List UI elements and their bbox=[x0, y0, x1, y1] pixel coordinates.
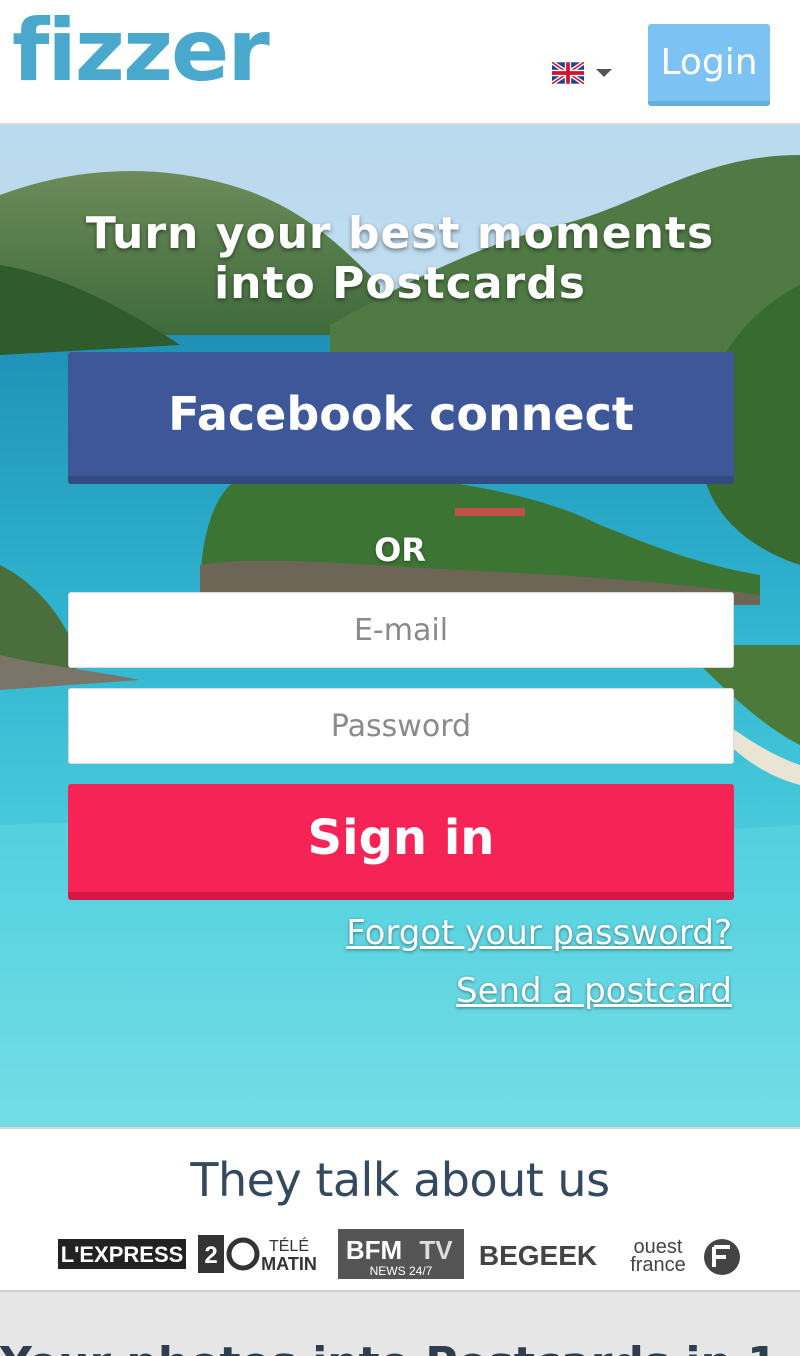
svg-text:MATIN: MATIN bbox=[261, 1254, 317, 1274]
section-heading: Your photos into Postcards in 1... bbox=[0, 1338, 800, 1356]
or-separator: OR bbox=[374, 531, 426, 569]
lexpress-logo: L'EXPRESS bbox=[58, 1239, 186, 1269]
press-title: They talk about us bbox=[190, 1153, 610, 1207]
press-section: They talk about us L'EXPRESS 2 TÉLÉ MATI… bbox=[0, 1127, 800, 1292]
bfmtv-logo: BFM TV NEWS 24/7 bbox=[338, 1229, 464, 1279]
svg-text:L'EXPRESS: L'EXPRESS bbox=[61, 1242, 184, 1267]
fizzer-logo[interactable]: fizzer bbox=[12, 8, 270, 94]
ouest-france-logo: ouest france bbox=[630, 1236, 740, 1276]
send-postcard-link[interactable]: Send a postcard bbox=[456, 971, 732, 1011]
sign-in-button[interactable]: Sign in bbox=[68, 784, 734, 900]
uk-flag-icon bbox=[552, 62, 584, 84]
svg-text:TÉLÉ: TÉLÉ bbox=[269, 1236, 309, 1255]
password-field[interactable] bbox=[68, 688, 734, 764]
svg-text:BFM: BFM bbox=[346, 1235, 402, 1265]
svg-text:TV: TV bbox=[419, 1235, 453, 1265]
svg-text:BEGEEK: BEGEEK bbox=[479, 1240, 597, 1271]
email-field[interactable] bbox=[68, 592, 734, 668]
top-header: fizzer Login bbox=[0, 0, 800, 125]
facebook-connect-button[interactable]: Facebook connect bbox=[68, 352, 734, 484]
hero-headline: Turn your best moments into Postcards bbox=[85, 208, 715, 309]
hero-section: Turn your best moments into Postcards Fa… bbox=[0, 125, 800, 1127]
svg-text:2: 2 bbox=[204, 1242, 217, 1269]
forgot-password-link[interactable]: Forgot your password? bbox=[346, 913, 732, 953]
svg-text:france: france bbox=[630, 1254, 686, 1276]
press-logos: L'EXPRESS 2 TÉLÉ MATIN BFM TV NEWS 24/7 … bbox=[58, 1227, 748, 1283]
chevron-down-icon bbox=[596, 69, 612, 77]
svg-text:NEWS 24/7: NEWS 24/7 bbox=[370, 1264, 433, 1278]
language-selector[interactable] bbox=[552, 60, 622, 86]
begeek-logo: BEGEEK bbox=[479, 1240, 597, 1271]
telematin-logo: 2 TÉLÉ MATIN bbox=[198, 1235, 317, 1274]
login-button[interactable]: Login bbox=[648, 24, 770, 106]
